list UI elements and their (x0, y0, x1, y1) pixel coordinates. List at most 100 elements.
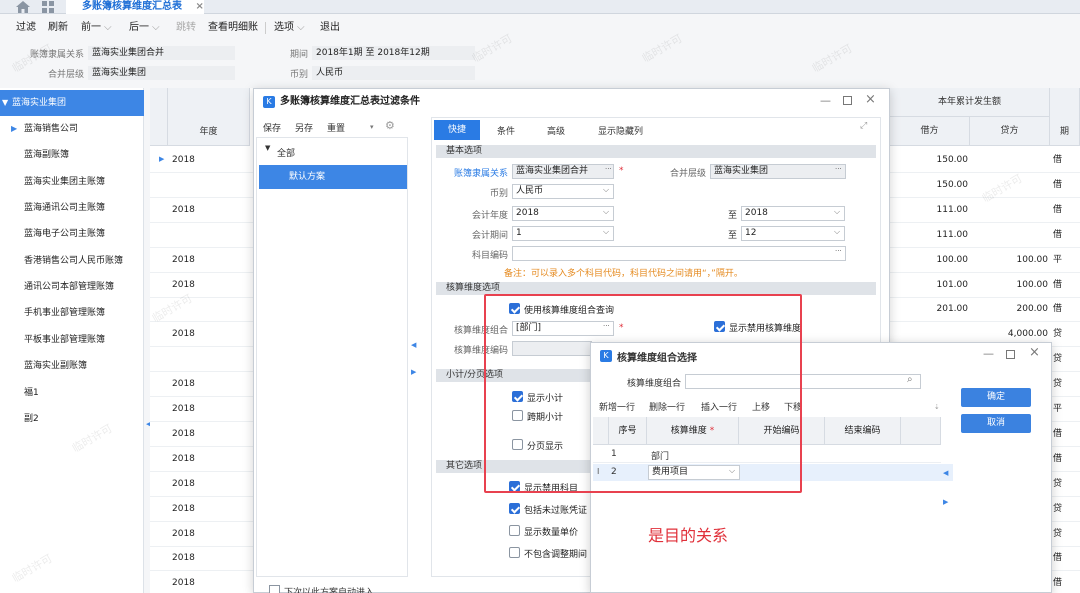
tree-all[interactable]: 全部 (277, 146, 295, 159)
minimize-icon[interactable]: — (820, 94, 831, 107)
panel-arrow-icon[interactable]: ◀ (411, 341, 416, 349)
cell-direction: 借 (1053, 205, 1063, 215)
scheme-panel: ▼ 全部 默认方案 (256, 137, 408, 577)
period-value: 2018年1期 至 2018年12期 (312, 46, 475, 60)
include-unposted-checkbox[interactable] (509, 503, 520, 514)
tree-label: 蓝海销售公司 (24, 124, 79, 134)
auto-enter-label: 下次以此方案自动进入 (284, 588, 375, 593)
cell-direction: 借 (1053, 429, 1063, 439)
tree-item[interactable]: 副2 (0, 406, 144, 432)
cell-direction: 借 (1053, 578, 1063, 588)
ellipsis-button[interactable]: ··· (835, 165, 842, 173)
to-label: 至 (728, 211, 738, 221)
cell-year (172, 347, 232, 372)
cell-debit: 150.00 (936, 155, 969, 165)
options-label: 选项 (274, 22, 294, 33)
cell-year: 2018 (172, 479, 195, 489)
ellipsis-button[interactable]: ··· (605, 165, 612, 173)
jump-button[interactable]: 跳转 (176, 17, 196, 39)
fiscal-year-from[interactable]: 2018 (512, 206, 614, 221)
cell-direction: 贷 (1053, 329, 1063, 339)
cell-credit (970, 198, 1048, 223)
search-icon[interactable]: ⌕ (907, 374, 913, 385)
tree-item[interactable]: 蓝海实业集团主账簿 (0, 169, 144, 195)
col-header-cumulative: 本年累计发生额 (890, 88, 1050, 117)
scheme-default[interactable]: 默认方案 (259, 165, 407, 189)
caret-down-icon: ▼ (265, 144, 271, 152)
tree-item[interactable]: 蓝海实业副账簿 (0, 353, 144, 379)
tab-show-hide-columns[interactable]: 显示隐藏列 (598, 124, 643, 137)
merge-level-label: 合并层级 (669, 169, 706, 179)
tab-close-icon[interactable]: × (195, 1, 203, 12)
cell-credit: 200.00 (1016, 304, 1049, 314)
home-icon[interactable] (16, 1, 30, 13)
account-code-label: 科目编码 (471, 251, 508, 261)
ok-button[interactable]: 确定 (961, 388, 1031, 407)
fiscal-year-to[interactable]: 2018 (741, 206, 845, 221)
reset-button[interactable]: 重置 (327, 121, 345, 134)
tree-item[interactable]: 手机事业部管理账簿 (0, 300, 144, 326)
cell-debit: 150.00 (936, 180, 969, 190)
tab-condition[interactable]: 条件 (497, 124, 515, 137)
tab-advanced[interactable]: 高级 (547, 124, 565, 137)
currency-select[interactable]: 人民币 (512, 184, 614, 199)
tree-item[interactable]: 蓝海电子公司主账簿 (0, 221, 144, 247)
maximize-icon[interactable] (843, 96, 852, 105)
tree-item[interactable]: 香港销售公司人民币账簿 (0, 248, 144, 274)
apps-grid-icon[interactable] (42, 1, 54, 13)
save-as-button[interactable]: 另存 (295, 121, 313, 134)
auto-enter-checkbox[interactable] (269, 585, 280, 593)
tree-item[interactable]: 福1 (0, 380, 144, 406)
filter-button[interactable]: 过滤 (16, 17, 36, 39)
show-qty-price-checkbox[interactable] (509, 525, 520, 536)
minimize-icon[interactable]: — (983, 347, 994, 360)
tree-item[interactable]: 蓝海副账簿 (0, 142, 144, 168)
panel-arrow-icon[interactable]: ◀ (943, 469, 948, 477)
merge-level-value: 蓝海实业集团 (88, 66, 235, 80)
close-icon[interactable]: × (1029, 345, 1040, 360)
ledger-value: 蓝海实业集团合并 (88, 46, 235, 60)
maximize-icon[interactable] (1006, 350, 1015, 359)
tree-item-group[interactable]: ▼ 蓝海实业集团 (0, 90, 144, 116)
cell-year: 2018 (172, 255, 195, 265)
fiscal-period-label: 会计期间 (471, 231, 508, 241)
cell-direction: 借 (1053, 304, 1063, 314)
fiscal-period-to[interactable]: 12 (741, 226, 845, 241)
tree-item[interactable]: 通讯公司本部管理账簿 (0, 274, 144, 300)
prev-button[interactable]: 前一 ⌵ (81, 17, 112, 39)
save-button[interactable]: 保存 (263, 121, 281, 134)
refresh-button[interactable]: 刷新 (48, 17, 68, 39)
ledger-tree: ▼ 蓝海实业集团 ▶ 蓝海销售公司 蓝海副账簿 蓝海实业集团主账簿 蓝海通讯公司主账… (0, 88, 144, 593)
cancel-button[interactable]: 取消 (961, 414, 1031, 433)
cell-debit: 100.00 (936, 255, 969, 265)
cell-year: 2018 (172, 553, 195, 563)
account-code-input[interactable] (512, 246, 846, 261)
chevron-down-icon: ⌵ (603, 185, 610, 194)
panel-arrow-icon[interactable]: ▶ (411, 368, 416, 376)
close-icon[interactable]: × (865, 92, 876, 107)
tab-quick[interactable]: 快捷 (434, 120, 480, 140)
options-button[interactable]: 选项 ⌵ (274, 17, 305, 39)
tab-active-report[interactable]: 多账簿核算维度汇总表 × (66, 0, 204, 14)
exit-button[interactable]: 退出 (320, 17, 340, 39)
cell-credit: 100.00 (1016, 280, 1049, 290)
cell-year: 2018 (172, 404, 195, 414)
dropdown-arrow-icon[interactable]: ▾ (370, 123, 374, 131)
merge-level-input[interactable]: 蓝海实业集团 (710, 164, 846, 179)
tree-item[interactable]: 蓝海通讯公司主账簿 (0, 195, 144, 221)
cell-year (172, 173, 232, 198)
settings-gear-icon[interactable]: ⚙ (385, 119, 395, 132)
panel-arrow-icon[interactable]: ▶ (943, 498, 948, 506)
next-button[interactable]: 后一 ⌵ (129, 17, 160, 39)
section-basic: 基本选项 (436, 145, 876, 158)
ledger-relation-input[interactable]: 蓝海实业集团合并 (512, 164, 614, 179)
ellipsis-button[interactable]: ··· (835, 247, 842, 255)
more-down-icon[interactable]: ⇣ (934, 403, 940, 411)
include-unposted-label: 包括未过账凭证 (524, 506, 588, 516)
tree-item[interactable]: ▶ 蓝海销售公司 (0, 116, 144, 142)
tree-item[interactable]: 平板事业部管理账簿 (0, 327, 144, 353)
exclude-adjust-checkbox[interactable] (509, 547, 520, 558)
view-detail-button[interactable]: 查看明细账 (208, 17, 258, 39)
fiscal-period-from[interactable]: 1 (512, 226, 614, 241)
expand-icon[interactable]: ⤢ (860, 121, 867, 131)
